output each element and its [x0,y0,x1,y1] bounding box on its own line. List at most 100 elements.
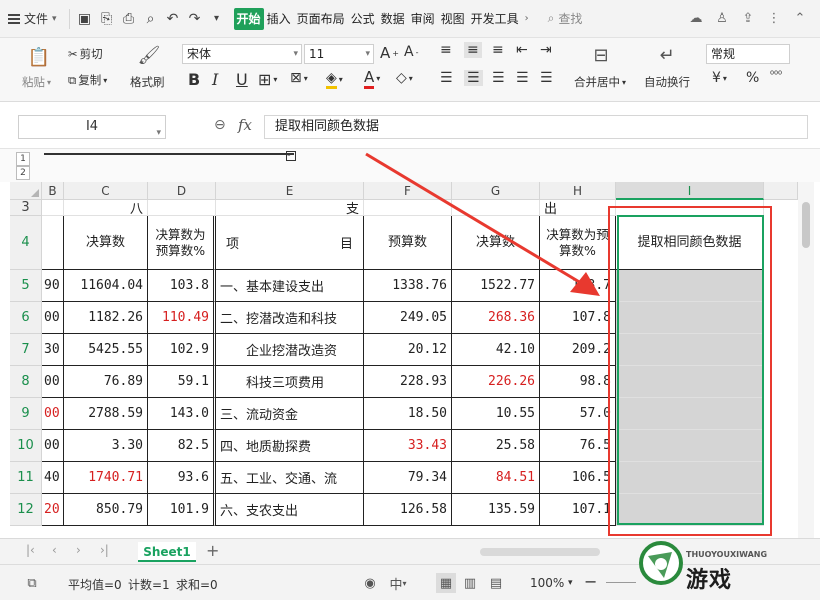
cell-f8[interactable]: 228.93 [364,366,452,398]
row-header-4[interactable]: 4 [10,216,42,270]
last-sheet-icon[interactable]: ›| [100,543,109,557]
cell-f12[interactable]: 126.58 [364,494,452,526]
name-box[interactable]: I4 ▾ [18,115,166,139]
cell-g6[interactable]: 268.36 [452,302,540,334]
cell-f7[interactable]: 20.12 [364,334,452,366]
cell-c12[interactable]: 850.79 [64,494,148,526]
outline-level-2[interactable]: 2 [16,166,30,180]
cell-e8[interactable]: 科技三项费用 [216,366,364,398]
cell-b11[interactable]: 40 [42,462,64,494]
cell-e9[interactable]: 三、流动资金 [216,398,364,430]
cell-e11[interactable]: 五、工业、交通、流 [216,462,364,494]
column-header-h[interactable]: H [540,182,616,200]
select-all-corner[interactable] [10,182,42,200]
cell-d4[interactable]: 决算数为预算数% [148,216,216,270]
cell-d3[interactable] [148,200,216,216]
cell-b9[interactable]: 00 [42,398,64,430]
wrap-text-icon[interactable]: ↵ [654,42,680,68]
cell-h11[interactable]: 106.5 [540,462,616,494]
clear-format-icon[interactable]: ◇ ▾ [396,70,413,86]
wrap-text-button[interactable]: 自动换行 [644,74,690,90]
cell-d9[interactable]: 143.0 [148,398,216,430]
paste-button[interactable]: 粘贴 ▾ [22,74,51,90]
cell-b8[interactable]: 00 [42,366,64,398]
more-chevron-icon[interactable]: ▾ [206,8,228,30]
justify-icon[interactable]: ☰ [516,70,529,86]
cell-b12[interactable]: 20 [42,494,64,526]
align-top-icon[interactable]: ≡ [440,42,452,58]
page-layout-view-icon[interactable]: ▥ [460,573,480,593]
language-icon[interactable]: 中 ▾ [384,573,412,593]
cell-c9[interactable]: 2788.59 [64,398,148,430]
cell-g10[interactable]: 25.58 [452,430,540,462]
indent-right-icon[interactable]: ⇥ [540,42,552,58]
align-center-icon[interactable]: ☰ [464,70,483,86]
number-format-select[interactable]: 常规 [706,44,790,64]
cell-i12[interactable] [616,494,764,526]
outline-level-1[interactable]: 1 [16,152,30,166]
zoom-icon[interactable]: ⊖ [214,117,226,133]
cell-g11[interactable]: 84.51 [452,462,540,494]
cell-f6[interactable]: 249.05 [364,302,452,334]
normal-view-icon[interactable]: ▦ [436,573,456,593]
tab-insert[interactable]: 插入 [264,0,294,38]
page-break-view-icon[interactable]: ▤ [486,573,506,593]
cell-i9[interactable] [616,398,764,430]
fill-color-icon[interactable]: ◈ ▾ [326,70,343,89]
print-icon[interactable]: ⎙ [118,8,140,30]
next-sheet-icon[interactable]: › [76,543,81,557]
cell-h8[interactable]: 98.8 [540,366,616,398]
cell-d12[interactable]: 101.9 [148,494,216,526]
tab-view[interactable]: 视图 [438,0,468,38]
cell-e5[interactable]: 一、基本建设支出 [216,270,364,302]
add-sheet-icon[interactable]: + [206,541,219,560]
cell-h4[interactable]: 决算数为预算数% [540,216,616,270]
formula-input[interactable]: 提取相同颜色数据 [264,115,808,139]
cell-d6[interactable]: 110.49 [148,302,216,334]
decrease-font-icon[interactable]: A- [404,44,418,60]
cell-f5[interactable]: 1338.76 [364,270,452,302]
cell-e6[interactable]: 二、挖潜改造和科技 [216,302,364,334]
column-header-f[interactable]: F [364,182,452,200]
tab-formula[interactable]: 公式 [348,0,378,38]
file-menu-button[interactable]: 文件 ▾ [0,0,65,38]
cell-i7[interactable] [616,334,764,366]
align-left-icon[interactable]: ☰ [440,70,453,86]
cell-c8[interactable]: 76.89 [64,366,148,398]
cut-button[interactable]: ✂ 剪切 [68,46,103,62]
font-size-select[interactable]: 11 ▾ [304,44,374,64]
column-header-next[interactable] [764,182,798,200]
cell-i4[interactable]: 提取相同颜色数据 [616,216,764,270]
cell-d11[interactable]: 93.6 [148,462,216,494]
cell-f4[interactable]: 预算数 [364,216,452,270]
sheet-tab-sheet1[interactable]: Sheet1 [138,542,196,562]
format-painter-icon[interactable]: 🖌 [136,42,162,68]
cell-f3[interactable] [364,200,452,216]
collapse-ribbon-icon[interactable]: ⌃ [790,9,810,29]
row-header-9[interactable]: 9 [10,398,42,430]
more-options-icon[interactable]: ⋮ [764,9,784,29]
cell-b4[interactable] [42,216,64,270]
share-user-icon[interactable]: ♙ [712,9,732,29]
tab-review[interactable]: 审阅 [408,0,438,38]
indent-left-icon[interactable]: ⇤ [516,42,528,58]
cell-g7[interactable]: 42.10 [452,334,540,366]
cell-g3[interactable] [452,200,540,216]
cell-g9[interactable]: 10.55 [452,398,540,430]
bold-icon[interactable]: B [188,70,200,89]
fx-icon[interactable]: fx [238,116,252,134]
cell-i11[interactable] [616,462,764,494]
row-header-5[interactable]: 5 [10,270,42,302]
eye-protect-icon[interactable]: ◉ [360,573,380,593]
cloud-icon[interactable]: ☁ [686,9,706,29]
save-icon[interactable]: ▣ [74,8,96,30]
collapse-group-icon[interactable]: - [286,151,296,161]
cell-g5[interactable]: 1522.77 [452,270,540,302]
cell-h7[interactable]: 209.2 [540,334,616,366]
cell-b6[interactable]: 00 [42,302,64,334]
currency-button[interactable]: ¥ ▾ [712,70,727,86]
export-icon[interactable]: ⎘ [96,8,118,30]
undo-icon[interactable]: ↶ [162,8,184,30]
increase-font-icon[interactable]: A + [380,44,399,62]
chevron-down-icon[interactable]: ▾ [568,578,573,588]
